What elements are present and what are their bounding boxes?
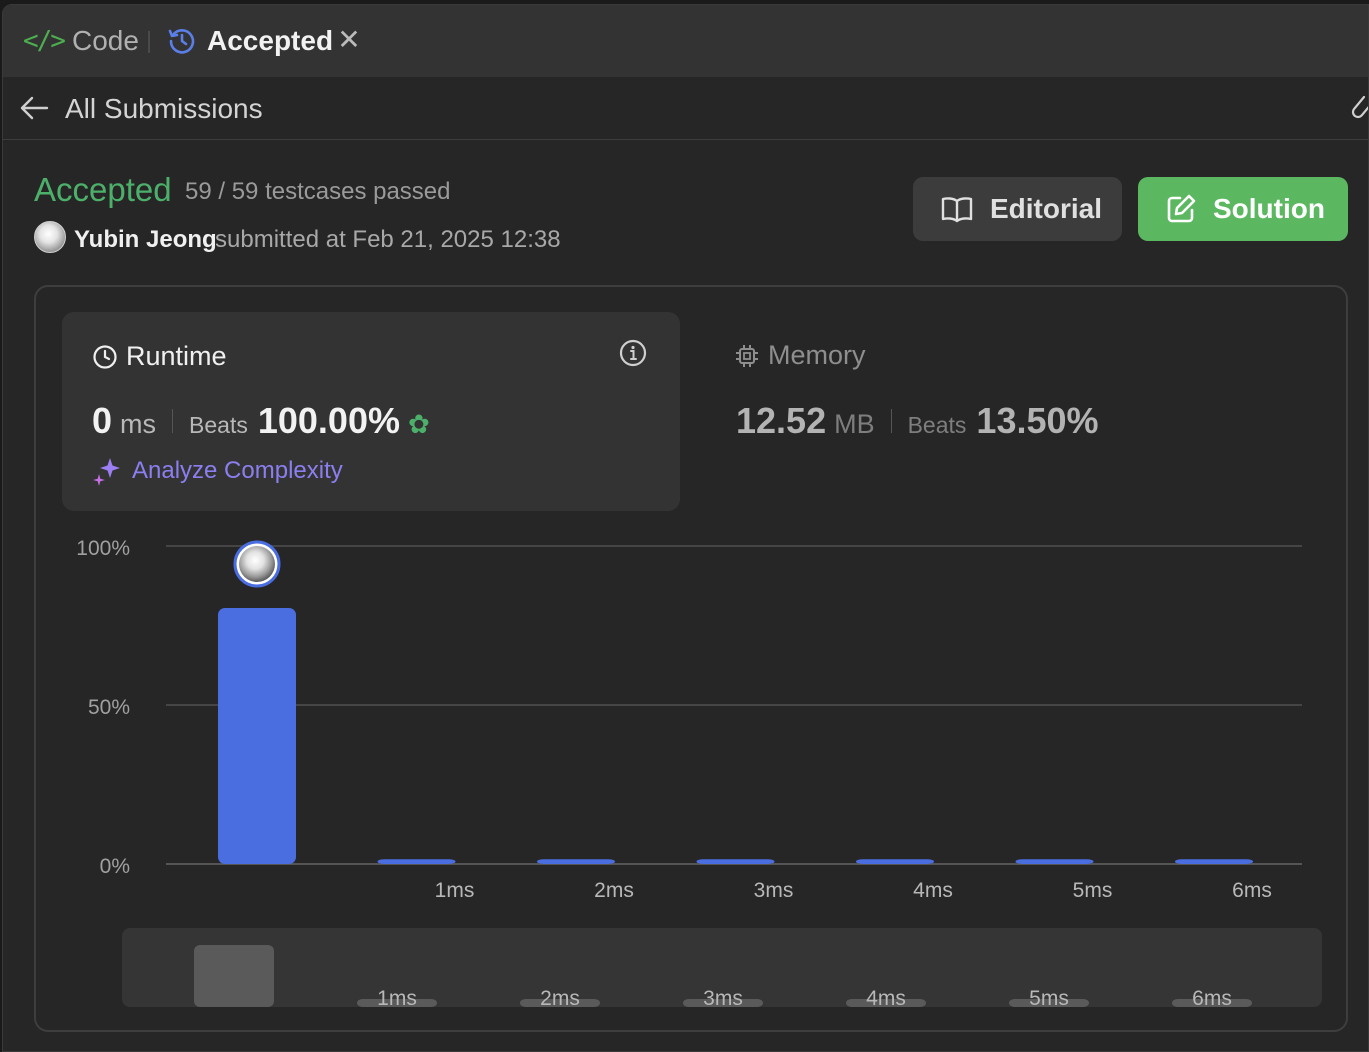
chart-bar[interactable] [1175,859,1253,864]
back-arrow-icon[interactable] [17,93,51,123]
solution-label: Solution [1213,193,1325,224]
x-tick-label: 4ms [913,879,953,902]
tab-code-label: Code [71,25,139,56]
avatar[interactable] [34,221,66,253]
overview-tick-label: 4ms [866,987,906,1010]
chart-bar[interactable] [856,859,934,864]
book-icon [941,197,973,223]
testcases-passed: 59 / 59 testcases passed [185,178,451,205]
submitted-at: submitted at Feb 21, 2025 12:38 [215,226,561,253]
edit-icon [1167,194,1196,223]
chart-bar[interactable] [537,859,615,864]
x-tick-label: 2ms [594,879,634,902]
paperclip-icon[interactable] [1350,93,1369,123]
tab-code[interactable]: </> Code [23,23,139,59]
chart-bar[interactable] [377,859,456,864]
submission-status: Accepted [34,171,172,208]
tab-accepted-label: Accepted [207,25,334,56]
overview-tick-label: 3ms [703,987,743,1010]
y-tick-label: 0% [100,855,130,878]
overview-bar [194,945,274,1007]
overview-tick-label: 2ms [540,987,580,1010]
submission-window: </> Code Accepted ✕ All Submissions Acce… [2,4,1369,1052]
runtime-distribution-chart[interactable]: 100% 50% 0% 1ms 2ms 3ms 4ms 5ms 6ms 1ms 2ms 3ms 4ms 5… [36,287,1346,1030]
editorial-button[interactable]: Editorial [913,177,1122,241]
tab-bar: </> Code Accepted ✕ [3,5,1368,77]
chart-bar[interactable] [1015,859,1094,864]
user-marker-avatar [239,546,275,583]
solution-button[interactable]: Solution [1138,177,1348,241]
x-tick-label: 5ms [1073,879,1113,902]
all-submissions-link[interactable]: All Submissions [65,93,263,125]
x-tick-label: 6ms [1232,879,1272,902]
x-tick-label: 1ms [435,879,475,902]
performance-panel: Runtime 0 ms Beats 100.00% ✿ Analyze Com… [34,285,1348,1032]
tab-divider [148,31,150,53]
editorial-label: Editorial [990,193,1103,224]
y-tick-label: 50% [88,696,130,719]
submission-subheader: All Submissions [3,77,1368,140]
chart-bar[interactable] [696,859,775,864]
code-icon: </> [23,26,66,56]
x-tick-label: 3ms [754,879,794,902]
chart-bar[interactable] [218,608,296,864]
overview-tick-label: 6ms [1192,987,1232,1010]
user-name[interactable]: Yubin Jeong [74,226,217,254]
overview-tick-label: 5ms [1029,987,1069,1010]
overview-tick-label: 1ms [377,987,417,1010]
y-tick-label: 100% [76,537,130,560]
tab-accepted[interactable]: Accepted [167,23,333,59]
close-icon[interactable]: ✕ [336,26,362,54]
history-icon [168,29,195,54]
